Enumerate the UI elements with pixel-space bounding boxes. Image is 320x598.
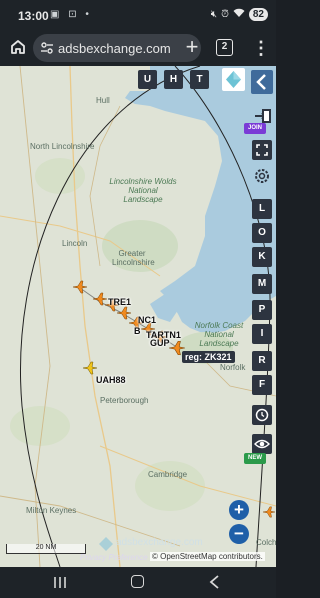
aircraft-icon[interactable] — [72, 280, 88, 294]
status-bar: 13:00 ▣ ⊡ • 🔇︎ ⏰︎ 82 — [0, 0, 276, 30]
place-label-greater-lincolnshire: Greater Lincolnshire — [112, 249, 155, 267]
toggle-p-button[interactable]: P — [252, 300, 272, 320]
place-label-peterborough: Peterborough — [100, 396, 149, 405]
map-attribution[interactable]: © OpenStreetMap contributors. — [150, 552, 265, 561]
system-nav-bar — [0, 567, 276, 598]
scale-bar: 20 NM — [6, 544, 86, 554]
zoom-out-button[interactable]: − — [229, 524, 249, 544]
fullscreen-button[interactable] — [252, 140, 272, 160]
toggle-f-button[interactable]: F — [252, 375, 272, 395]
status-time: 13:00 — [18, 9, 49, 23]
aircraft-icon-yellow[interactable] — [82, 361, 98, 375]
toggle-t-button[interactable]: T — [190, 70, 209, 89]
toggle-k-button[interactable]: K — [252, 247, 272, 267]
aircraft-label-tre1[interactable]: TRE1 — [108, 297, 131, 307]
toggle-l-button[interactable]: L — [252, 199, 272, 219]
chevron-left-icon — [256, 74, 266, 90]
aircraft-label-b[interactable]: B — [134, 326, 141, 336]
zoom-in-button[interactable]: + — [229, 500, 249, 520]
adsbexchange-logo — [99, 537, 113, 551]
aircraft-label-gup[interactable]: GUP — [150, 338, 170, 348]
place-label-north-lincolnshire: North Lincolnshire — [30, 142, 95, 151]
place-label-norfolk: Norfolk — [220, 363, 246, 372]
layers-button[interactable] — [222, 68, 245, 91]
privacy-preference-link[interactable]: Privacy Preference — [80, 553, 148, 562]
home-icon[interactable] — [9, 38, 27, 56]
new-badge: NEW — [244, 453, 266, 464]
map-view[interactable]: Hull North Lincolnshire Lincolnshire Wol… — [0, 66, 276, 567]
aircraft-icon[interactable] — [262, 506, 276, 518]
join-badge[interactable]: JOIN — [244, 123, 266, 134]
place-label-lincolnshire-wolds: Lincolnshire Wolds National Landscape — [109, 177, 177, 204]
replay-button[interactable] — [252, 405, 272, 425]
battery-indicator: 82 — [248, 8, 268, 21]
toggle-o-button[interactable]: O — [252, 223, 272, 243]
login-icon[interactable] — [254, 108, 272, 124]
wifi-icon — [233, 8, 245, 21]
notification-icons: ▣ ⊡ • — [50, 9, 92, 20]
selected-aircraft-label[interactable]: reg: ZK321 — [182, 351, 235, 363]
gear-icon — [255, 169, 269, 183]
alarm-icon: ⏰︎ — [221, 9, 229, 20]
address-bar[interactable]: adsbexchange.com — [33, 34, 201, 62]
site-settings-icon[interactable] — [40, 41, 54, 55]
fullscreen-icon — [256, 144, 268, 156]
toggle-m-button[interactable]: M — [252, 274, 272, 294]
toggle-h-button[interactable]: H — [164, 70, 183, 89]
home-nav-icon[interactable] — [131, 575, 144, 588]
more-menu-icon[interactable]: ⋮ — [252, 38, 270, 58]
place-label-cambridge: Cambridge — [148, 470, 188, 479]
browser-toolbar: adsbexchange.com + 2 ⋮ — [0, 30, 276, 66]
place-label-hull: Hull — [96, 96, 110, 105]
place-label-lincoln: Lincoln — [62, 239, 88, 248]
eye-icon — [254, 439, 270, 449]
settings-button[interactable] — [252, 166, 272, 186]
place-label-norfolk-coast: Norfolk Coast National Landscape — [194, 321, 244, 348]
layers-icon — [226, 71, 241, 88]
recents-icon[interactable] — [53, 576, 67, 589]
status-icons: 🔇︎ ⏰︎ 82 — [211, 8, 268, 21]
collapse-panel-button[interactable] — [251, 70, 273, 94]
new-tab-button[interactable]: + — [180, 36, 204, 60]
place-label-colchester: Colche — [256, 538, 276, 547]
url-text: adsbexchange.com — [58, 41, 171, 56]
toggle-u-button[interactable]: U — [138, 70, 157, 89]
aircraft-label-uah88[interactable]: UAH88 — [96, 375, 126, 385]
aircraft-label-nc1[interactable]: NC1 — [138, 315, 156, 325]
history-icon — [255, 408, 269, 422]
toggle-i-button[interactable]: I — [252, 324, 272, 344]
tab-switcher-button[interactable]: 2 — [216, 39, 233, 56]
mute-icon: 🔇︎ — [210, 9, 218, 20]
place-label-milton-keynes: Milton Keynes — [26, 506, 77, 515]
visibility-button[interactable] — [252, 434, 272, 454]
watermark-text: adsbexchange.com — [116, 537, 203, 548]
toggle-r-button[interactable]: R — [252, 351, 272, 371]
back-icon[interactable] — [207, 574, 221, 590]
